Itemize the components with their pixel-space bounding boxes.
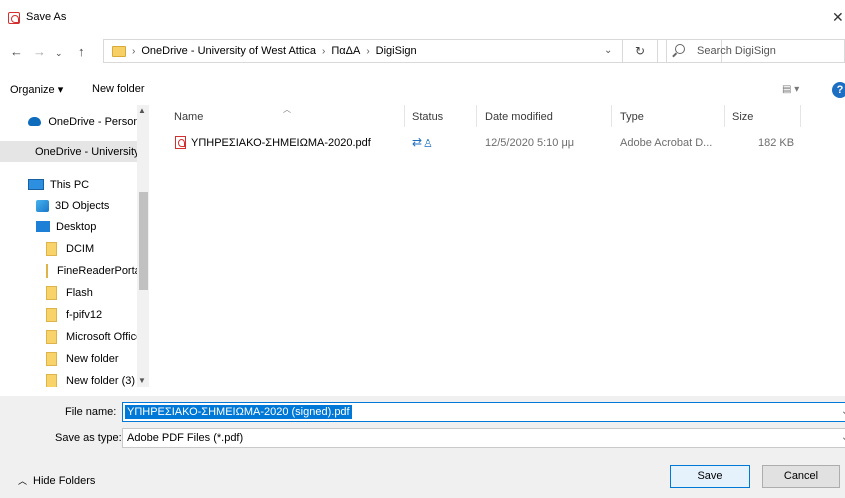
address-dropdown-chevron-icon[interactable]: ⌄ [604,45,612,56]
forward-arrow-icon[interactable]: → [33,44,46,59]
sidebar-item-onedrive-university[interactable]: OneDrive - University of West Attica [0,141,148,162]
scroll-down-icon[interactable]: ▼ [138,376,146,385]
column-divider[interactable] [476,105,477,127]
column-divider[interactable] [800,105,801,127]
sidebar-item-flash[interactable]: Flash [0,282,148,303]
breadcrumb-onedrive[interactable]: OneDrive - University of West Attica [141,45,316,57]
file-name[interactable]: ΥΠΗΡΕΣΙΑΚΟ-ΣΗΜΕΙΩΜΑ-2020.pdf [191,137,371,149]
file-name-label: File name: [65,406,117,418]
column-divider[interactable] [611,105,612,127]
search-input[interactable]: Search DigiSign [666,39,845,63]
sidebar-item-label: Microsoft Office [66,330,143,343]
help-icon[interactable]: ? [832,82,845,98]
3d-objects-icon [36,199,49,212]
hide-folders-label: Hide Folders [33,475,96,487]
sidebar-item-new-folder[interactable]: New folder [0,348,148,369]
navigation-pane: OneDrive - Personal OneDrive - Universit… [0,105,150,387]
file-date-modified: 12/5/2020 5:10 μμ [485,137,575,149]
sidebar-item-label: New folder [66,352,119,365]
breadcrumb-separator-icon[interactable]: › [132,46,135,57]
sidebar-item-new-folder-3[interactable]: New folder (3) [0,370,148,387]
recent-locations-chevron-icon[interactable]: ⌄ [55,48,63,59]
title-bar [0,0,845,32]
file-name-value: ΥΠΗΡΕΣΙΑΚΟ-ΣΗΜΕΙΩΜΑ-2020 (signed).pdf [125,405,352,419]
refresh-button[interactable]: ↻ [622,39,658,63]
folder-icon [46,285,57,300]
sidebar-item-finereaderportable[interactable]: FineReaderPortable [0,260,148,281]
column-header-status[interactable]: Status [412,111,443,123]
folder-icon [46,241,57,256]
search-placeholder: Search DigiSign [697,45,776,57]
hide-folders-button[interactable]: ︿ Hide Folders [18,474,95,487]
save-as-type-value: Adobe PDF Files (*.pdf) [127,432,244,444]
save-as-type-chevron-icon[interactable]: ⌄ [841,432,845,443]
sidebar-item-f-pifv12[interactable]: f-pifv12 [0,304,148,325]
window-title: Save As [26,11,67,23]
sort-ascending-icon: ︿ [283,105,291,114]
pdf-file-icon [175,136,186,149]
breadcrumb-digisign[interactable]: DigiSign [376,45,417,57]
column-header-name[interactable]: Name [174,111,203,123]
up-arrow-icon[interactable]: ↑ [78,44,85,59]
breadcrumb-separator-icon[interactable]: › [366,46,369,57]
pdf-app-icon [8,12,20,24]
sidebar-item-dcim[interactable]: DCIM [0,238,148,259]
sidebar-item-3d-objects[interactable]: 3D Objects [0,195,148,216]
breadcrumb-padaa[interactable]: ΠαΔΑ [331,45,360,57]
chevron-up-icon: ︿ [18,476,28,486]
sidebar-item-label: DCIM [66,242,95,255]
folder-icon [46,351,57,366]
refresh-icon: ↻ [634,44,646,58]
folder-icon [46,329,57,344]
cloud-icon [28,117,42,126]
folder-icon [112,45,126,57]
search-icon [675,44,685,54]
sidebar-item-label: OneDrive - University of West Attica [35,145,148,158]
view-options-icon[interactable]: ▤ ▾ [782,84,799,95]
nav-scrollbar-thumb[interactable] [139,192,148,290]
sidebar-item-label: New folder (3) [66,374,136,387]
file-size: 182 KB [758,137,795,149]
sidebar-item-label: 3D Objects [55,199,110,212]
sync-status-icon: ⇄ [412,135,423,149]
file-type: Adobe Acrobat D... [620,137,713,149]
sidebar-item-onedrive-personal[interactable]: OneDrive - Personal [0,111,148,132]
desktop-icon [36,221,50,232]
computer-icon [28,179,44,190]
sidebar-item-label: FineReaderPortable [57,264,148,277]
save-as-type-select[interactable]: Adobe PDF Files (*.pdf) ⌄ [122,428,845,448]
organize-button[interactable]: Organize ▾ [10,83,63,96]
sidebar-item-this-pc[interactable]: This PC [0,174,148,195]
sidebar-item-label: OneDrive - Personal [48,115,148,128]
sidebar-item-label: Flash [66,286,93,299]
sidebar-item-label: This PC [50,178,90,191]
breadcrumb-separator-icon[interactable]: › [322,46,325,57]
close-icon[interactable]: ✕ [832,9,844,26]
shared-user-icon: ♙ [423,138,433,150]
folder-icon [46,263,48,278]
sidebar-item-microsoft-office[interactable]: Microsoft Office [0,326,148,347]
column-header-size[interactable]: Size [732,111,753,123]
file-name-dropdown-chevron-icon[interactable]: ⌄ [841,406,845,417]
sidebar-item-label: f-pifv12 [66,308,103,321]
scroll-up-icon[interactable]: ▲ [138,106,146,115]
folder-icon [46,307,57,322]
file-name-field[interactable]: ΥΠΗΡΕΣΙΑΚΟ-ΣΗΜΕΙΩΜΑ-2020 (signed).pdf ⌄ [122,402,845,422]
column-header-date-modified[interactable]: Date modified [485,111,553,123]
column-divider[interactable] [724,105,725,127]
sidebar-item-label: Desktop [56,220,97,233]
column-header-type[interactable]: Type [620,111,644,123]
save-button[interactable]: Save [670,465,750,488]
back-arrow-icon[interactable]: ← [10,44,23,59]
new-folder-button[interactable]: New folder [92,83,145,95]
folder-icon [46,373,57,387]
save-as-type-label: Save as type: [55,432,122,444]
sidebar-item-desktop[interactable]: Desktop [0,216,148,237]
cancel-button[interactable]: Cancel [762,465,840,488]
column-divider[interactable] [404,105,405,127]
